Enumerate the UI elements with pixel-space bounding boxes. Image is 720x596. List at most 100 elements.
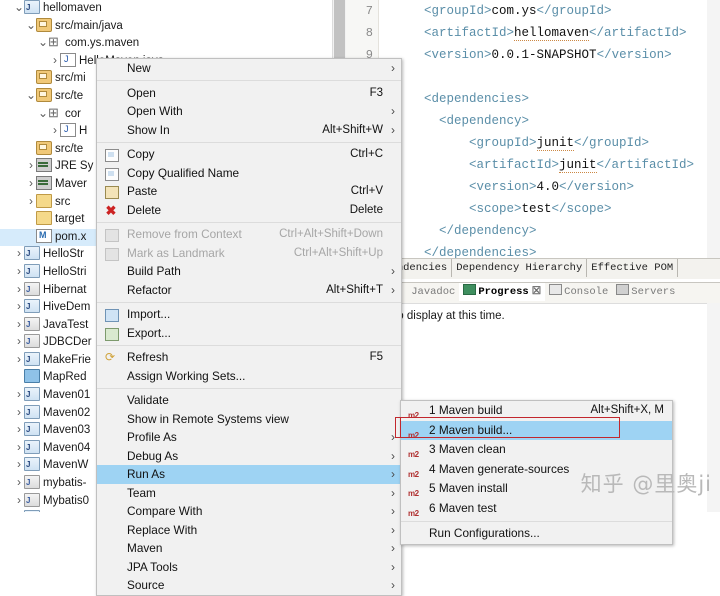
context-menu-item[interactable]: Refactor Alt+Shift+T ›: [97, 281, 401, 300]
bottom-tab[interactable]: Progress ☒: [459, 283, 546, 301]
context-menu-item[interactable]: Source ›: [97, 576, 401, 595]
context-menu-item[interactable]: Paste Ctrl+V: [97, 182, 401, 201]
tree-expand-right-icon[interactable]: [14, 492, 24, 511]
tree-expand-down-icon[interactable]: [14, 0, 24, 18]
tree-item-label: mybatis-: [43, 477, 87, 490]
menu-item-label: Open: [127, 85, 156, 100]
context-menu-item[interactable]: Copy Qualified Name: [97, 164, 401, 183]
tree-expand-right-icon[interactable]: [14, 263, 24, 282]
menu-item-label: Profile As: [127, 430, 177, 444]
context-menu-item[interactable]: Assign Working Sets...: [97, 367, 401, 386]
context-menu-item[interactable]: Copy Ctrl+C: [97, 145, 401, 164]
tree-expand-right-icon[interactable]: [26, 175, 36, 194]
submenu-arrow-icon: ›: [391, 122, 395, 137]
menu-item-label: Copy: [127, 147, 155, 161]
menu-item-label: Mark as Landmark: [127, 245, 225, 260]
run-as-menu-item[interactable]: m2 6 Maven test: [401, 499, 672, 519]
tree-item-label: Maven03: [43, 424, 91, 437]
context-menu-item[interactable]: Import...: [97, 305, 401, 324]
context-menu-item[interactable]: Show in Remote Systems view: [97, 410, 401, 429]
tree-expand-right-icon[interactable]: [14, 298, 24, 317]
run-as-menu-item[interactable]: m2 3 Maven clean: [401, 440, 672, 460]
context-menu-item[interactable]: Show In Alt+Shift+W ›: [97, 121, 401, 140]
context-menu-item[interactable]: Debug As ›: [97, 447, 401, 466]
export-icon: [105, 327, 119, 341]
bottom-tab[interactable]: Javadoc: [394, 283, 459, 301]
tree-item[interactable]: com.ys.maven: [0, 33, 346, 53]
editor-code-area[interactable]: <groupId>com.ys</groupId> <artifactId>he…: [379, 0, 720, 258]
tree-expand-right-icon[interactable]: [14, 456, 24, 475]
tree-node-icon: [36, 140, 52, 155]
tree-expand-right-icon[interactable]: [14, 351, 24, 370]
tree-item-label: MakeFrie: [43, 354, 91, 367]
context-menu-item[interactable]: Maven ›: [97, 539, 401, 558]
delete-icon: [105, 205, 117, 216]
pom-xml-editor[interactable]: 78910 <groupId>com.ys</groupId> <artifac…: [346, 0, 720, 258]
tree-item[interactable]: hellomaven: [0, 0, 346, 18]
tree-expand-right-icon[interactable]: [26, 157, 36, 176]
tree-expand-right-icon[interactable]: [14, 316, 24, 335]
menu-item-label: Refresh: [127, 350, 169, 364]
context-menu-item[interactable]: Refresh F5: [97, 348, 401, 367]
tree-expand-right-icon[interactable]: [14, 245, 24, 264]
tree-expand-right-icon[interactable]: [50, 122, 60, 141]
tree-node-icon: [60, 51, 76, 68]
editor-tab[interactable]: Dependency Hierarchy: [452, 259, 588, 277]
tree-item-label: JavaTest: [43, 318, 89, 331]
context-menu-item[interactable]: Export...: [97, 324, 401, 343]
servers-icon: [616, 284, 630, 295]
context-menu-item[interactable]: Open With ›: [97, 102, 401, 121]
tree-expand-right-icon[interactable]: [14, 421, 24, 440]
tree-node-icon: [24, 474, 40, 492]
code-line: <artifactId>junit</artifactId>: [469, 158, 695, 173]
run-as-menu-item[interactable]: m2 1 Maven build Alt+Shift+X, M: [401, 401, 672, 421]
bottom-tab[interactable]: Console: [545, 283, 612, 301]
tree-node-icon: [24, 369, 40, 384]
tree-expand-right-icon[interactable]: [50, 52, 60, 71]
bottom-view-tabs[interactable]: lemsJavadocProgress☒ConsoleServers: [346, 283, 720, 304]
tree-item-label: src/te: [55, 90, 84, 103]
close-icon[interactable]: ☒: [532, 286, 541, 298]
menu-item-label: Source: [127, 578, 165, 592]
code-line: <dependencies>: [424, 92, 530, 106]
context-menu-item[interactable]: Run As ›: [97, 465, 401, 484]
context-menu-item[interactable]: Delete Delete: [97, 201, 401, 220]
editor-scrollbar[interactable]: [707, 0, 720, 258]
context-menu-item[interactable]: Compare With ›: [97, 502, 401, 521]
tree-expand-right-icon[interactable]: [14, 386, 24, 405]
context-menu-item[interactable]: Team ›: [97, 484, 401, 503]
tree-expand-right-icon[interactable]: [14, 404, 24, 423]
tree-expand-down-icon[interactable]: [26, 87, 36, 106]
tree-item-label: JRE Sy: [55, 160, 94, 173]
tree-expand-right-icon[interactable]: [14, 333, 24, 352]
editor-tab-strip[interactable]: ewDependenciesDependency HierarchyEffect…: [346, 258, 720, 295]
tree-expand-right-icon[interactable]: [26, 193, 36, 212]
tree-expand-down-icon[interactable]: [38, 34, 48, 53]
tree-item-label: JDBCDer: [43, 336, 92, 349]
context-menu-item[interactable]: New ›: [97, 59, 401, 78]
editor-tab[interactable]: Effective POM: [587, 259, 679, 277]
context-menu-item[interactable]: JPA Tools ›: [97, 558, 401, 577]
context-menu-item[interactable]: Build Path ›: [97, 262, 401, 281]
tree-item-label: hellomaven: [43, 2, 102, 15]
tree-expand-down-icon[interactable]: [38, 105, 48, 124]
tree-item-label: HelloStri: [43, 266, 87, 279]
refresh-icon: [105, 352, 117, 363]
tree-expand-right-icon[interactable]: [14, 474, 24, 493]
context-menu-item[interactable]: Validate: [97, 391, 401, 410]
run-as-menu-item[interactable]: m2 2 Maven build...: [401, 420, 672, 440]
menu-item-shortcut: F3: [369, 86, 383, 99]
context-menu-item[interactable]: Open F3: [97, 84, 401, 103]
bottom-tab[interactable]: Servers: [612, 283, 679, 301]
context-menu[interactable]: New › Open F3 Open With › Show In Alt+Shift+W › C…: [96, 58, 402, 596]
import-icon: [105, 309, 119, 322]
tree-node-icon: [24, 456, 40, 474]
code-line: <version>0.0.1-SNAPSHOT</version>: [424, 48, 672, 62]
run-as-menu-item[interactable]: Run Configurations...: [401, 524, 672, 544]
tree-expand-right-icon[interactable]: [14, 281, 24, 300]
tree-expand-right-icon[interactable]: [14, 439, 24, 458]
tree-expand-down-icon[interactable]: [26, 17, 36, 36]
context-menu-item[interactable]: Replace With ›: [97, 521, 401, 540]
menu-item-shortcut: F5: [369, 351, 383, 363]
context-menu-item[interactable]: Profile As ›: [97, 428, 401, 447]
